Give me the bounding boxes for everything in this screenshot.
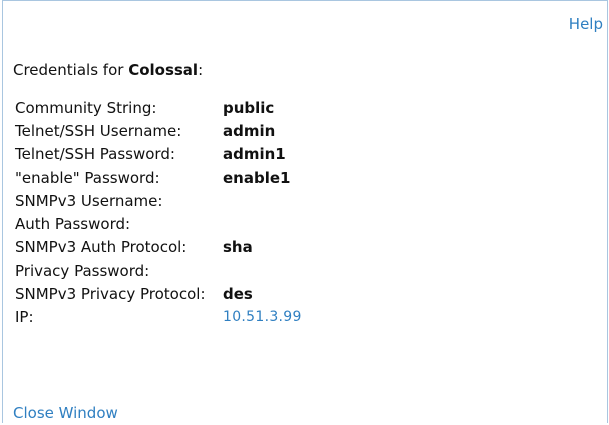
credential-label: Telnet/SSH Username: [15,121,182,140]
credential-value [223,259,302,282]
credential-label: SNMPv3 Auth Protocol: [15,238,187,257]
ip-address-link[interactable]: 10.51.3.99 [223,306,302,329]
page-title: Credentials for Colossal: [13,61,203,79]
credentials-table: Community String: public Telnet/SSH User… [15,96,302,329]
credential-label: SNMPv3 Username: [15,191,163,210]
credential-row-snmpv3-auth-protocol: SNMPv3 Auth Protocol: sha [15,236,302,259]
credential-label: Community String: [15,98,157,117]
credential-row-enable-password: "enable" Password: enable1 [15,166,302,189]
credential-row-privacy-password: Privacy Password: [15,259,302,282]
credential-value: des [223,285,253,304]
credential-row-snmpv3-username: SNMPv3 Username: [15,189,302,212]
credential-value: public [223,98,275,117]
close-window-link[interactable]: Close Window [13,404,118,422]
credential-label: Telnet/SSH Password: [15,145,175,164]
credential-value [223,189,302,212]
credential-label: IP: [15,308,34,327]
credential-row-auth-password: Auth Password: [15,212,302,235]
device-name: Colossal [128,61,199,79]
credentials-panel: Help Credentials for Colossal: Community… [2,0,608,423]
credential-value [223,212,302,235]
title-prefix: Credentials for [13,61,129,79]
credential-label: Auth Password: [15,215,131,234]
credential-label: "enable" Password: [15,168,160,187]
credential-row-community-string: Community String: public [15,96,302,119]
credential-row-snmpv3-privacy-protocol: SNMPv3 Privacy Protocol: des [15,282,302,305]
credential-value: admin [223,121,276,140]
credential-row-telnet-username: Telnet/SSH Username: admin [15,119,302,142]
credential-label: SNMPv3 Privacy Protocol: [15,285,206,304]
title-suffix: : [198,61,204,79]
credential-value: enable1 [223,168,291,187]
credential-row-telnet-password: Telnet/SSH Password: admin1 [15,143,302,166]
credential-label: Privacy Password: [15,261,150,280]
help-link[interactable]: Help [569,15,603,33]
credential-value: admin1 [223,145,286,164]
credential-value: sha [223,238,253,257]
credential-row-ip: IP: 10.51.3.99 [15,306,302,329]
